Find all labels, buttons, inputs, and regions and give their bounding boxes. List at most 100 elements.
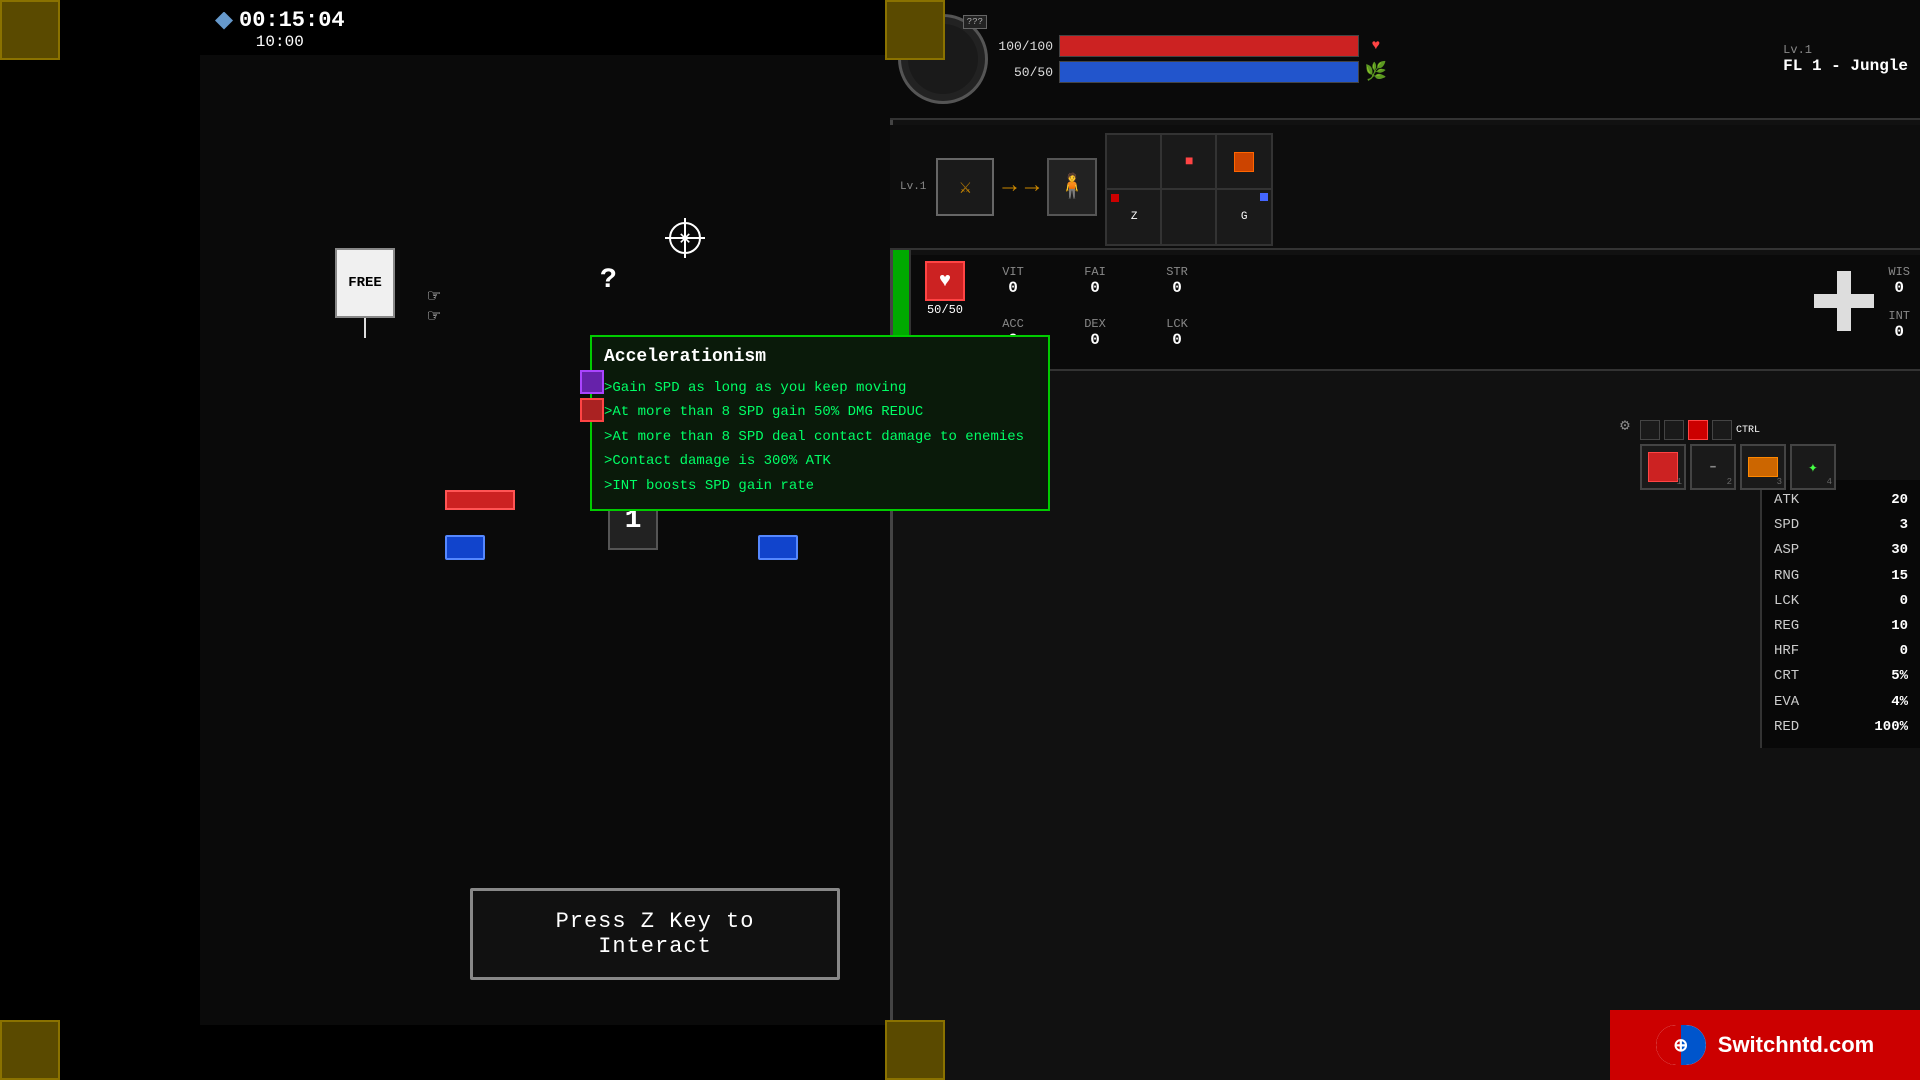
switch-logo-text: ⊕ <box>1673 1035 1688 1056</box>
wis-int: WIS 0 INT 0 <box>1884 261 1914 363</box>
eva-row: EVA 4% <box>1774 690 1908 715</box>
chest-1 <box>445 490 515 510</box>
corner-tl <box>0 0 60 60</box>
portrait-label: ??? <box>963 15 987 29</box>
eva-val: 4% <box>1891 690 1908 715</box>
stat-lck: LCK 0 <box>1137 313 1217 363</box>
eva-label: EVA <box>1774 690 1799 715</box>
timer-sub-value: 10:00 <box>215 33 345 51</box>
stats-right-panel: ATK 20 SPD 3 ASP 30 RNG 15 LCK 0 REG 10 <box>1760 480 1920 748</box>
red-label: RED <box>1774 715 1799 740</box>
inv-item-orange <box>1234 152 1254 172</box>
hp-value: 100/100 <box>998 39 1053 54</box>
timer-icon <box>215 12 233 30</box>
hp-bar-fill <box>1060 36 1358 56</box>
item-red <box>1648 452 1678 482</box>
crt-label: CRT <box>1774 664 1799 689</box>
inv-slot-2[interactable]: ■ <box>1160 133 1218 191</box>
chest-blue-1 <box>445 535 485 560</box>
crt-val: 5% <box>1891 664 1908 689</box>
hp-sub-val: 50/50 <box>927 303 963 317</box>
ind-3 <box>1688 420 1708 440</box>
stats-columns: VIT 0 FAI 0 STR 0 ACC 0 DEX 0 <box>973 261 1804 363</box>
item-slot-3[interactable]: 3 <box>1740 444 1786 490</box>
npc-arm-right2: ☞ <box>428 303 440 329</box>
switch-logo: ⊕ <box>1656 1025 1706 1065</box>
asp-label: ASP <box>1774 538 1799 563</box>
stat-str: STR 0 <box>1137 261 1217 311</box>
inv-slot-6[interactable]: G <box>1215 188 1273 246</box>
ctrl-label: CTRL <box>1736 420 1760 440</box>
level-text: Lv.1 <box>1783 43 1908 57</box>
ability-card: Accelerationism >Gain SPD as long as you… <box>590 335 1050 511</box>
spd-row: SPD 3 <box>1774 513 1908 538</box>
floor-text: FL 1 - Jungle <box>1783 57 1908 75</box>
reg-label: REG <box>1774 614 1799 639</box>
skill-slot-red[interactable] <box>580 398 604 422</box>
inv-badge-blue <box>1260 193 1268 201</box>
stat-int: INT 0 <box>1884 305 1914 345</box>
ind-1 <box>1640 420 1660 440</box>
inv-slot-5[interactable] <box>1160 188 1218 246</box>
mp-bar-fill <box>1060 62 1358 82</box>
indicator-row: CTRL <box>1640 420 1880 440</box>
char-silhouette: 🧍 <box>1047 158 1097 216</box>
crosshair-x: ✕ <box>679 225 691 251</box>
rng-val: 15 <box>1891 564 1908 589</box>
skill-slot-purple[interactable] <box>580 370 604 394</box>
equip-arrow2: → <box>1025 173 1039 200</box>
npc-label: FREE <box>348 275 382 292</box>
ind-2 <box>1664 420 1684 440</box>
press-key-text: Press Z Key to Interact <box>497 909 813 959</box>
corner-br <box>885 1020 945 1080</box>
press-key-dialog: Press Z Key to Interact <box>470 888 840 980</box>
inv-slot-3[interactable] <box>1215 133 1273 191</box>
corner-bl <box>0 1020 60 1080</box>
game-area: 00:15:04 10:00 ✕ ? FREE ☞ ☞ 1 Acceler <box>0 0 1920 1080</box>
atk-label: ATK <box>1774 488 1799 513</box>
crosshair: ✕ <box>665 218 705 258</box>
inv-slot-4[interactable]: Z <box>1105 188 1163 246</box>
inv-slot-1[interactable] <box>1105 133 1163 191</box>
stat-grid: ♥ 50/50 VIT 0 FAI 0 STR 0 ACC <box>911 255 1920 371</box>
red-row: RED 100% <box>1774 715 1908 740</box>
spd-val: 3 <box>1900 513 1908 538</box>
rng-label: RNG <box>1774 564 1799 589</box>
level-info: Lv.1 FL 1 - Jungle <box>1779 39 1912 79</box>
ability-title: Accelerationism <box>604 347 1036 367</box>
right-skill-area: CTRL 1 - 2 3 ✦ 4 <box>1640 420 1880 490</box>
inv-badge-z <box>1111 194 1119 202</box>
ability-desc-3: >At more than 8 SPD deal contact damage … <box>604 426 1036 448</box>
inventory-grid: ■ Z G <box>1105 133 1267 240</box>
stat-dex: DEX 0 <box>1055 313 1135 363</box>
inv-g: G <box>1241 211 1248 223</box>
mp-bar-row: 50/50 🌿 <box>998 61 1769 83</box>
crosshair-circle <box>669 222 701 254</box>
chest-blue-item-2 <box>758 535 798 560</box>
timer-display: 00:15:04 10:00 <box>215 8 345 51</box>
asp-row: ASP 30 <box>1774 538 1908 563</box>
hp-bar-bg <box>1059 35 1359 57</box>
hrf-row: HRF 0 <box>1774 639 1908 664</box>
stat-vit: VIT 0 <box>973 261 1053 311</box>
switch-banner: ⊕ Switchntd.com <box>1610 1010 1920 1080</box>
npc-body: FREE <box>335 248 395 318</box>
dpad-area <box>1804 261 1884 341</box>
item-empty: - <box>1707 456 1719 479</box>
ind-4 <box>1712 420 1732 440</box>
corner-tr <box>885 0 945 60</box>
timer-main-value: 00:15:04 <box>239 8 345 33</box>
item-slot-1[interactable]: 1 <box>1640 444 1686 490</box>
gear-icon[interactable]: ⚙ <box>1615 415 1635 435</box>
npc-free: FREE ☞ ☞ <box>320 248 410 358</box>
stat-fai: FAI 0 <box>1055 261 1135 311</box>
item-green: ✦ <box>1808 457 1818 477</box>
crt-row: CRT 5% <box>1774 664 1908 689</box>
mp-bar-bg <box>1059 61 1359 83</box>
rng-row: RNG 15 <box>1774 564 1908 589</box>
lck-val: 0 <box>1900 589 1908 614</box>
item-slot-4[interactable]: ✦ 4 <box>1790 444 1836 490</box>
item-slot-2[interactable]: - 2 <box>1690 444 1736 490</box>
question-mark-char: ? <box>600 265 617 296</box>
equip-slot-weapon[interactable]: ⚔ <box>936 158 994 216</box>
